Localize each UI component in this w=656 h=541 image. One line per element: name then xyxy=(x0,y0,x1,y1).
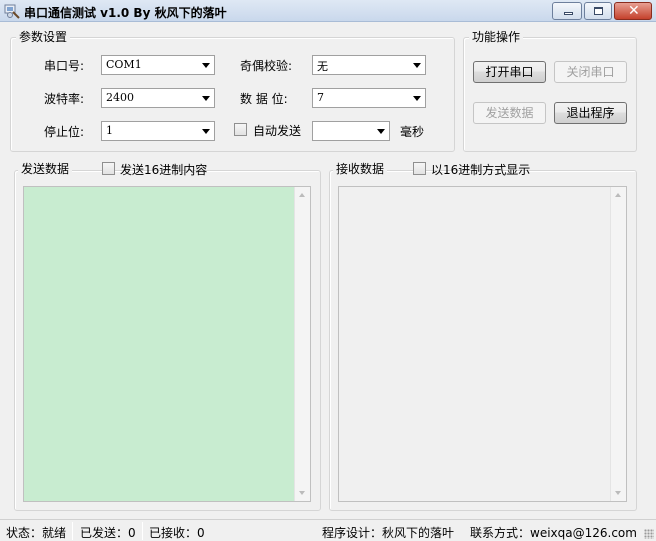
parity-select[interactable]: 无 xyxy=(312,55,426,75)
send-data-button[interactable]: 发送数据 xyxy=(473,102,546,124)
ops-group xyxy=(463,37,637,152)
send-hex-checkbox[interactable] xyxy=(102,162,115,175)
exit-button[interactable]: 退出程序 xyxy=(554,102,627,124)
scroll-down-icon[interactable] xyxy=(299,491,305,495)
stopbits-label: 停止位: xyxy=(44,125,85,139)
open-port-button[interactable]: 打开串口 xyxy=(473,61,546,83)
receive-hex-checkbox[interactable] xyxy=(413,162,426,175)
app-icon xyxy=(4,4,20,19)
stopbits-select[interactable]: 1 xyxy=(101,121,215,141)
chevron-down-icon xyxy=(202,63,210,68)
receive-group-legend: 接收数据 xyxy=(333,160,388,177)
status-bar: 状态：就绪 已发送：0 已接收：0 程序设计：秋风下的落叶 联系方式：weixq… xyxy=(0,519,656,541)
databits-select-value: 7 xyxy=(317,91,324,104)
send-scrollbar[interactable] xyxy=(294,187,310,501)
interval-unit-label: 毫秒 xyxy=(400,125,425,139)
port-label: 串口号: xyxy=(44,59,85,73)
title-bar[interactable]: 串口通信测试 v1.0 By 秋风下的落叶 ✕ xyxy=(0,0,656,22)
baud-select[interactable]: 2400 xyxy=(101,88,215,108)
status-sent-count: 已发送：0 xyxy=(80,526,136,540)
params-group-legend: 参数设置 xyxy=(16,28,71,45)
baud-label: 波特率: xyxy=(44,92,85,106)
baud-select-value: 2400 xyxy=(106,91,134,104)
chevron-down-icon xyxy=(202,129,210,134)
port-select-value: COM1 xyxy=(106,58,142,71)
maximize-button[interactable] xyxy=(584,2,612,20)
scroll-up-icon[interactable] xyxy=(615,193,621,197)
parity-select-value: 无 xyxy=(317,60,328,73)
send-textarea[interactable] xyxy=(23,186,311,502)
port-select[interactable]: COM1 xyxy=(101,55,215,75)
close-icon: ✕ xyxy=(628,3,640,19)
autosend-label: 自动发送 xyxy=(253,124,302,138)
chevron-down-icon xyxy=(377,129,385,134)
receive-scrollbar[interactable] xyxy=(610,187,626,501)
window-title: 串口通信测试 v1.0 By 秋风下的落叶 xyxy=(24,6,227,20)
send-group-legend: 发送数据 xyxy=(18,160,73,177)
status-received-count: 已接收：0 xyxy=(149,526,205,540)
receive-hex-label: 以16进制方式显示 xyxy=(431,163,531,177)
receive-textarea[interactable] xyxy=(338,186,627,502)
maximize-icon xyxy=(594,7,603,15)
status-divider xyxy=(142,522,143,540)
status-contact: 联系方式：weixqa@126.com xyxy=(470,526,637,540)
chevron-down-icon xyxy=(202,96,210,101)
scroll-down-icon[interactable] xyxy=(615,491,621,495)
stopbits-select-value: 1 xyxy=(106,124,113,137)
close-button[interactable]: ✕ xyxy=(614,2,652,20)
status-state: 状态：就绪 xyxy=(6,526,67,540)
resize-grip-icon[interactable] xyxy=(644,529,654,539)
interval-select[interactable] xyxy=(312,121,390,141)
send-hex-label: 发送16进制内容 xyxy=(120,163,208,177)
databits-select[interactable]: 7 xyxy=(312,88,426,108)
chevron-down-icon xyxy=(413,96,421,101)
chevron-down-icon xyxy=(413,63,421,68)
parity-label: 奇偶校验: xyxy=(240,59,293,73)
status-divider xyxy=(72,522,73,540)
ops-group-legend: 功能操作 xyxy=(469,28,524,45)
minimize-icon xyxy=(564,12,573,15)
scroll-up-icon[interactable] xyxy=(299,193,305,197)
autosend-checkbox[interactable] xyxy=(234,123,247,136)
status-designer: 程序设计：秋风下的落叶 xyxy=(322,526,455,540)
minimize-button[interactable] xyxy=(552,2,582,20)
close-port-button[interactable]: 关闭串口 xyxy=(554,61,627,83)
databits-label: 数 据 位: xyxy=(240,92,288,106)
